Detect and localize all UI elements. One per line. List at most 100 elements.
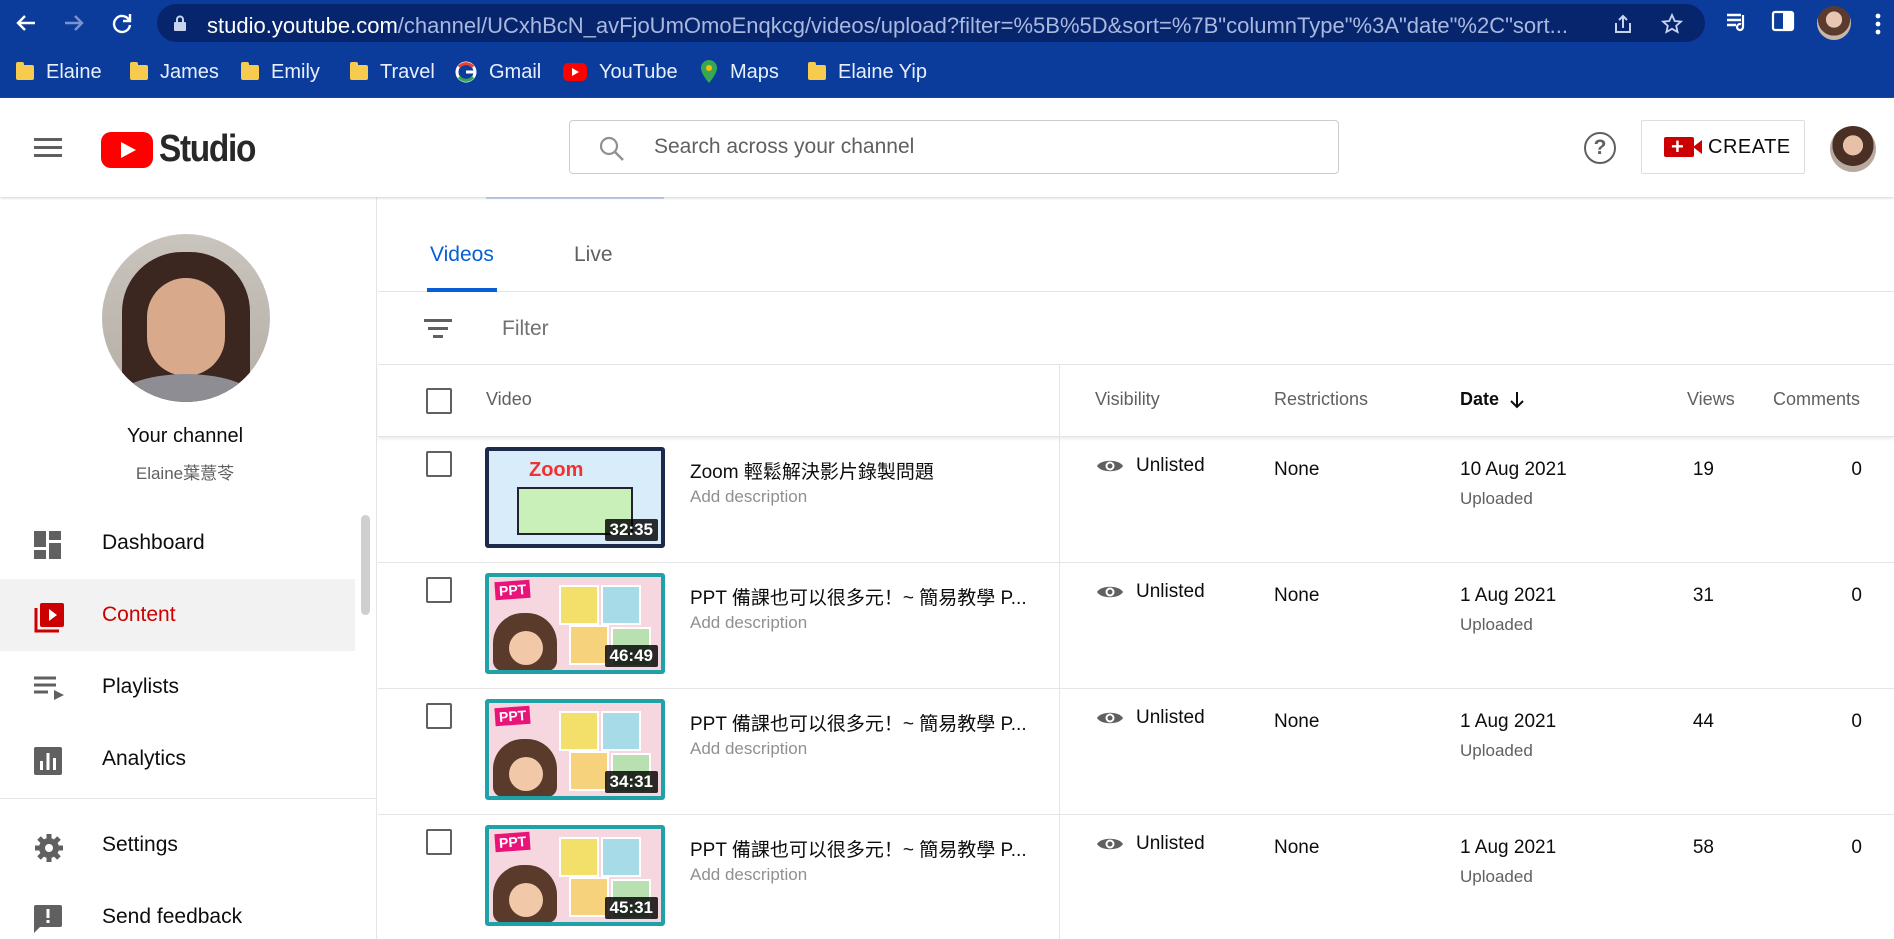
bookmark-gmail[interactable]: Gmail (455, 60, 541, 84)
column-header-visibility[interactable]: Visibility (1095, 389, 1160, 410)
bookmark-youtube[interactable]: YouTube (563, 60, 678, 84)
views-cell: 44 (1692, 711, 1714, 732)
analytics-icon (34, 747, 62, 775)
search-icon (599, 136, 624, 161)
bookmark-emily[interactable]: Emily (241, 60, 320, 84)
channel-avatar[interactable] (102, 234, 270, 402)
video-description[interactable]: Add description (690, 865, 807, 885)
channel-name: Elaine葉薏苓 (135, 464, 235, 483)
row-checkbox[interactable] (426, 829, 452, 855)
video-description[interactable]: Add description (690, 487, 807, 507)
row-checkbox[interactable] (426, 451, 452, 477)
video-thumbnail[interactable]: PPT 46:49 (485, 573, 665, 674)
studio-header: Studio ? CREATE (0, 98, 1894, 197)
bookmarks-bar: Elaine James Emily Travel Gmail YouTube … (0, 46, 1894, 98)
bookmark-elaine[interactable]: Elaine (16, 60, 102, 84)
video-title[interactable]: Zoom 輕鬆解決影片錄製問題 (690, 457, 1050, 484)
folder-icon (808, 61, 826, 80)
filter-icon[interactable] (424, 319, 452, 343)
sidebar-item-dashboard[interactable]: Dashboard (0, 507, 355, 579)
create-button[interactable]: CREATE (1641, 120, 1805, 174)
video-title[interactable]: PPT 備課也可以很多元！~ 簡易教學 P... (690, 835, 1050, 862)
date-cell: 1 Aug 2021 (1460, 711, 1557, 732)
video-thumbnail[interactable]: Zoom 32:35 (485, 447, 665, 548)
active-tab-indicator (427, 288, 497, 292)
visibility-cell[interactable]: Unlisted (1096, 455, 1205, 477)
column-header-restrictions[interactable]: Restrictions (1274, 389, 1368, 410)
sidebar-item-settings[interactable]: Settings (0, 809, 355, 881)
help-icon[interactable]: ? (1584, 132, 1616, 164)
visibility-cell[interactable]: Unlisted (1096, 707, 1205, 729)
video-duration: 45:31 (604, 897, 658, 919)
table-row[interactable]: PPT 45:31 PPT 備課也可以很多元！~ 簡易教學 P... Add d… (378, 815, 1894, 939)
column-header-comments[interactable]: Comments (1773, 389, 1860, 410)
search-input[interactable] (654, 121, 1324, 173)
sidebar-item-content[interactable]: Content (0, 579, 355, 651)
menu-icon[interactable] (34, 138, 62, 158)
search-box[interactable] (569, 120, 1339, 174)
filter-input[interactable] (502, 293, 1102, 365)
sidebar-item-send-feedback[interactable]: Send feedback (0, 881, 355, 939)
visibility-cell[interactable]: Unlisted (1096, 581, 1205, 603)
back-button[interactable] (12, 9, 40, 37)
table-row[interactable]: PPT 34:31 PPT 備課也可以很多元！~ 簡易教學 P... Add d… (378, 689, 1894, 815)
folder-icon (130, 61, 148, 80)
settings-icon (35, 834, 63, 862)
video-title[interactable]: PPT 備課也可以很多元！~ 簡易教學 P... (690, 709, 1050, 736)
star-icon[interactable] (1661, 13, 1683, 35)
share-icon[interactable] (1612, 13, 1634, 35)
table-row[interactable]: PPT 46:49 PPT 備課也可以很多元！~ 簡易教學 P... Add d… (378, 563, 1894, 689)
media-queue-icon[interactable] (1724, 9, 1750, 35)
video-duration: 34:31 (604, 771, 658, 793)
sidebar-scrollbar[interactable] (361, 515, 370, 615)
video-description[interactable]: Add description (690, 739, 807, 759)
table-row[interactable]: Zoom 32:35 Zoom 輕鬆解決影片錄製問題 Add descripti… (378, 437, 1894, 563)
restrictions-cell: None (1274, 459, 1320, 480)
video-thumbnail[interactable]: PPT 34:31 (485, 699, 665, 800)
url-text: studio.youtube.com/channel/UCxhBcN_avFjo… (207, 13, 1568, 38)
visibility-cell[interactable]: Unlisted (1096, 833, 1205, 855)
address-bar[interactable]: studio.youtube.com/channel/UCxhBcN_avFjo… (157, 4, 1705, 42)
video-duration: 46:49 (604, 645, 658, 667)
sidebar-item-analytics[interactable]: Analytics (0, 723, 355, 795)
column-header-video: Video (486, 389, 532, 409)
youtube-logo-icon (101, 131, 153, 168)
bookmark-elaine-yip[interactable]: Elaine Yip (808, 60, 927, 84)
content-icon (34, 603, 64, 633)
youtube-icon (563, 63, 587, 81)
google-icon (455, 61, 477, 83)
comments-cell: 0 (1851, 459, 1862, 480)
eye-icon (1097, 712, 1123, 724)
row-checkbox[interactable] (426, 577, 452, 603)
filter-bar (378, 293, 1894, 365)
account-avatar[interactable] (1830, 126, 1876, 172)
views-cell: 58 (1692, 837, 1714, 858)
video-thumbnail[interactable]: PPT 45:31 (485, 825, 665, 926)
video-title[interactable]: PPT 備課也可以很多元！~ 簡易教學 P... (690, 583, 1050, 610)
select-all-checkbox[interactable] (426, 388, 452, 414)
restrictions-cell: None (1274, 711, 1320, 732)
bookmark-maps[interactable]: Maps (700, 60, 779, 84)
side-panel-icon[interactable] (1771, 9, 1795, 33)
video-description[interactable]: Add description (690, 613, 807, 633)
studio-logo[interactable]: Studio (101, 128, 268, 171)
sort-down-icon (1510, 391, 1524, 408)
views-cell: 19 (1692, 459, 1714, 480)
eye-icon (1097, 586, 1123, 598)
sidebar-item-playlists[interactable]: Playlists (0, 651, 355, 723)
comments-cell: 0 (1851, 585, 1862, 606)
video-duration: 32:35 (604, 519, 658, 541)
bookmark-james[interactable]: James (130, 60, 219, 84)
row-checkbox[interactable] (426, 703, 452, 729)
column-header-views[interactable]: Views (1687, 389, 1735, 410)
browser-profile-avatar[interactable] (1817, 6, 1851, 40)
tab-live[interactable]: Live (574, 243, 613, 267)
column-header-date[interactable]: Date (1460, 389, 1525, 410)
more-vert-icon[interactable] (1868, 12, 1888, 36)
bookmark-travel[interactable]: Travel (350, 60, 435, 84)
your-channel-label: Your channel (126, 425, 244, 447)
date-cell: 10 Aug 2021 (1460, 459, 1567, 480)
tab-videos[interactable]: Videos (430, 243, 494, 267)
forward-button[interactable] (60, 9, 88, 37)
reload-button[interactable] (108, 9, 136, 37)
